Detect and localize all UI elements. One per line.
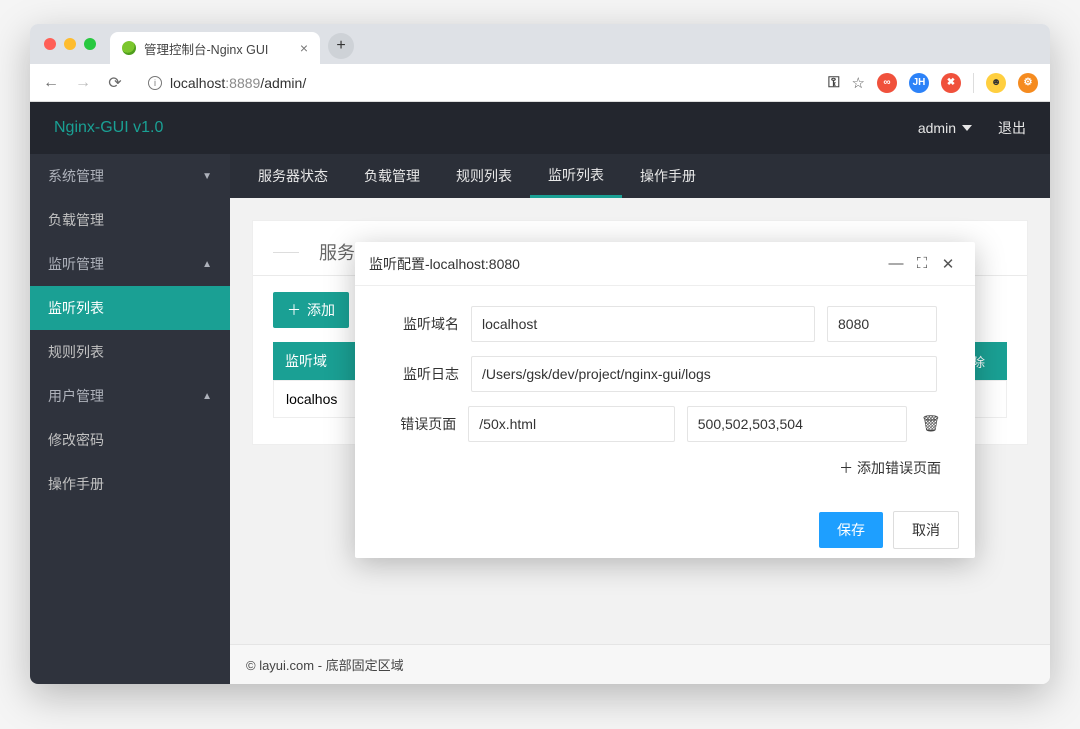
sidebar-item-label: 系统管理 <box>48 166 104 186</box>
browser-window: 管理控制台-Nginx GUI × + ← → ⟳ i localhost:88… <box>30 24 1050 684</box>
maximize-window-icon[interactable] <box>84 38 96 50</box>
toolbar-right: ⚿ ☆ ∞ JH ✖ ☻ ⚙ <box>828 73 1038 93</box>
button-label: 添加 <box>307 300 335 320</box>
browser-tab-bar: 管理控制台-Nginx GUI × + <box>30 24 1050 64</box>
browser-toolbar: ← → ⟳ i localhost:8889/admin/ ⚿ ☆ ∞ JH ✖… <box>30 64 1050 102</box>
modal-header: 监听配置-localhost:8080 — ⛶ ✕ <box>355 242 975 286</box>
close-icon[interactable]: ✕ <box>935 255 961 273</box>
save-button[interactable]: 保存 <box>819 512 883 548</box>
bookmark-star-icon[interactable]: ☆ <box>852 74 865 92</box>
tab-favicon-icon <box>122 41 136 55</box>
extension-icon[interactable]: ☻ <box>986 73 1006 93</box>
content-tabs: 服务器状态 负载管理 规则列表 监听列表 操作手册 <box>230 154 1050 198</box>
field-label: 错误页面 <box>389 414 456 434</box>
tab-manual[interactable]: 操作手册 <box>622 154 714 198</box>
extension-icon[interactable]: ∞ <box>877 73 897 93</box>
footer: © layui.com - 底部固定区域 <box>230 644 1050 684</box>
password-key-icon[interactable]: ⚿ <box>828 74 839 91</box>
sidebar-item-label: 监听列表 <box>48 298 104 318</box>
modal-footer: 保存 取消 <box>355 502 975 558</box>
form-row-error-page: 错误页面 🗑 <box>389 406 941 442</box>
sidebar-item-label: 操作手册 <box>48 474 104 494</box>
tab-load-mgmt[interactable]: 负载管理 <box>346 154 438 198</box>
sidebar-item-label: 修改密码 <box>48 430 104 450</box>
tab-label: 监听列表 <box>548 165 604 185</box>
tab-listen-list[interactable]: 监听列表 <box>530 154 622 198</box>
logout-link[interactable]: 退出 <box>998 118 1026 138</box>
chevron-down-icon: ▼ <box>202 171 212 182</box>
tab-title: 管理控制台-Nginx GUI <box>144 39 268 58</box>
trash-icon[interactable]: 🗑 <box>921 414 941 434</box>
sidebar: 系统管理 ▼ 负载管理 监听管理 ▲ 监听列表 规则列表 用户管理 <box>30 154 230 684</box>
tab-label: 负载管理 <box>364 166 420 186</box>
error-path-input[interactable] <box>468 406 674 442</box>
tab-close-icon[interactable]: × <box>300 40 308 56</box>
field-label: 监听日志 <box>389 364 459 384</box>
footer-text: © layui.com - 底部固定区域 <box>246 655 404 674</box>
add-listen-button[interactable]: ＋ 添加 <box>273 292 349 328</box>
extension-icon[interactable]: ✖ <box>941 73 961 93</box>
cancel-button[interactable]: 取消 <box>893 511 959 549</box>
window-controls <box>38 38 102 50</box>
sidebar-item-manual[interactable]: 操作手册 <box>30 462 230 506</box>
nav-back-icon[interactable]: ← <box>42 74 60 92</box>
chevron-up-icon: ▲ <box>202 259 212 270</box>
divider <box>273 252 299 253</box>
app-brand: Nginx-GUI v1.0 <box>54 119 163 137</box>
new-tab-button[interactable]: + <box>328 33 354 59</box>
add-error-page-button[interactable]: ＋ 添加错误页面 <box>839 460 941 476</box>
close-window-icon[interactable] <box>44 38 56 50</box>
sidebar-item-system-mgmt[interactable]: 系统管理 ▼ <box>30 154 230 198</box>
address-bar[interactable]: i localhost:8889/admin/ <box>138 69 814 97</box>
tab-label: 服务器状态 <box>258 166 328 186</box>
app-header: Nginx-GUI v1.0 admin 退出 <box>30 102 1050 154</box>
sidebar-item-label: 负载管理 <box>48 210 104 230</box>
listen-config-modal: 监听配置-localhost:8080 — ⛶ ✕ 监听域名 监听日志 错误页面… <box>355 242 975 558</box>
tab-label: 规则列表 <box>456 166 512 186</box>
sidebar-item-user-mgmt[interactable]: 用户管理 ▲ <box>30 374 230 418</box>
sidebar-item-label: 监听管理 <box>48 254 104 274</box>
form-row-logs: 监听日志 <box>389 356 941 392</box>
modal-body: 监听域名 监听日志 错误页面 🗑 ＋ 添加错误页面 <box>355 286 975 502</box>
chevron-down-icon <box>962 125 972 131</box>
tab-server-status[interactable]: 服务器状态 <box>240 154 346 198</box>
nav-reload-icon[interactable]: ⟳ <box>106 73 124 93</box>
sidebar-item-label: 用户管理 <box>48 386 104 406</box>
extension-icon[interactable]: JH <box>909 73 929 93</box>
sidebar-item-rule-list[interactable]: 规则列表 <box>30 330 230 374</box>
extension-icon[interactable]: ⚙ <box>1018 73 1038 93</box>
plus-icon: ＋ <box>287 300 301 320</box>
button-label: 添加错误页面 <box>857 460 941 476</box>
sidebar-item-listen-mgmt[interactable]: 监听管理 ▲ <box>30 242 230 286</box>
modal-title: 监听配置-localhost:8080 <box>369 254 520 274</box>
sidebar-item-label: 规则列表 <box>48 342 104 362</box>
minimize-window-icon[interactable] <box>64 38 76 50</box>
panel-title: 服务 <box>319 239 355 265</box>
chevron-up-icon: ▲ <box>202 391 212 402</box>
minimize-icon[interactable]: — <box>883 255 909 272</box>
tab-label: 操作手册 <box>640 166 696 186</box>
username-label: admin <box>918 120 956 136</box>
sidebar-item-listen-list[interactable]: 监听列表 <box>30 286 230 330</box>
domain-input[interactable] <box>471 306 815 342</box>
port-input[interactable] <box>827 306 937 342</box>
separator <box>973 73 974 93</box>
tab-rule-list[interactable]: 规则列表 <box>438 154 530 198</box>
maximize-icon[interactable]: ⛶ <box>909 255 935 272</box>
error-codes-input[interactable] <box>687 406 907 442</box>
sidebar-item-change-password[interactable]: 修改密码 <box>30 418 230 462</box>
form-row-domain: 监听域名 <box>389 306 941 342</box>
site-info-icon[interactable]: i <box>148 76 162 90</box>
nav-forward-icon[interactable]: → <box>74 74 92 92</box>
add-error-page-row: ＋ 添加错误页面 <box>389 456 941 494</box>
field-label: 监听域名 <box>389 314 459 334</box>
cell-value: localhos <box>286 391 337 407</box>
logs-input[interactable] <box>471 356 937 392</box>
user-menu[interactable]: admin <box>918 120 972 136</box>
column-header: 监听域 <box>285 351 327 371</box>
url-text: localhost:8889/admin/ <box>170 75 306 91</box>
sidebar-item-load-mgmt[interactable]: 负载管理 <box>30 198 230 242</box>
browser-tab[interactable]: 管理控制台-Nginx GUI × <box>110 32 320 64</box>
